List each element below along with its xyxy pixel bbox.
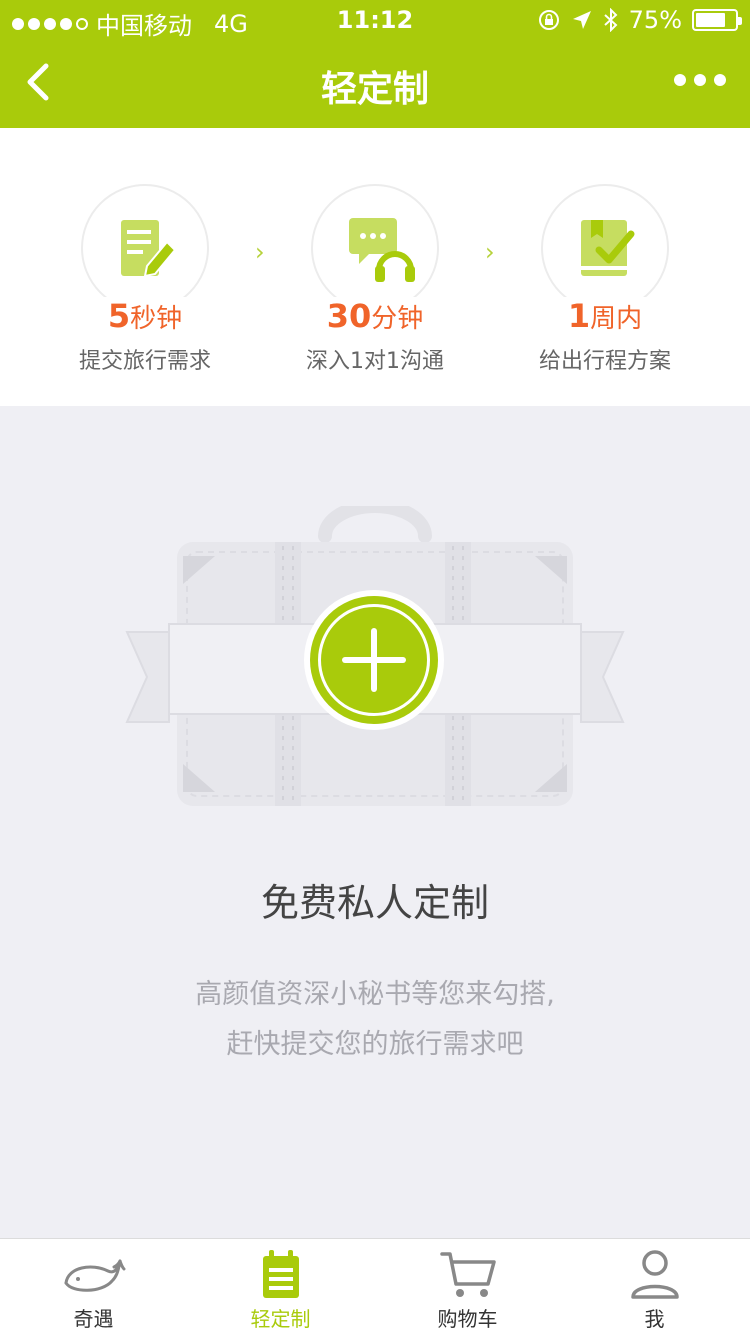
main-content: 免费私人定制 高颜值资深小秘书等您来勾搭, 赶快提交您的旅行需求吧 xyxy=(0,406,750,1238)
step-communicate: 30分钟 深入1对1沟通 xyxy=(260,184,490,375)
plus-icon xyxy=(310,596,438,724)
step-icon-circle xyxy=(81,184,209,312)
page-title: 轻定制 xyxy=(320,69,429,110)
person-icon xyxy=(630,1250,679,1299)
status-bar: 中国移动 4G 11:12 75% xyxy=(0,0,750,40)
battery-fill xyxy=(696,13,725,27)
tab-cart[interactable]: 购物车 xyxy=(374,1247,561,1332)
battery-icon xyxy=(692,9,742,31)
battery-percent: 75% xyxy=(628,6,682,34)
step-icon-circle xyxy=(541,184,669,312)
status-right: 75% xyxy=(537,6,742,34)
chat-headset-icon xyxy=(349,218,415,282)
step-submit: 5秒钟 提交旅行需求 xyxy=(30,184,260,375)
main-subtext-line1: 高颜值资深小秘书等您来勾搭, xyxy=(195,979,555,1010)
whale-icon xyxy=(64,1259,125,1292)
main-heading: 免费私人定制 xyxy=(260,881,489,925)
tab-qingdingzhi[interactable]: 轻定制 xyxy=(187,1247,374,1332)
tab-label: 轻定制 xyxy=(250,1307,311,1331)
step-time: 5秒钟 xyxy=(103,297,187,335)
tab-me[interactable]: 我 xyxy=(561,1247,748,1332)
location-arrow-icon xyxy=(572,11,591,29)
step-desc: 给出行程方案 xyxy=(538,349,671,374)
rotation-lock-icon xyxy=(538,10,559,30)
top-bar: 中国移动 4G 11:12 75% 轻定制 xyxy=(0,0,750,128)
document-pen-icon xyxy=(121,220,177,278)
step-desc: 深入1对1沟通 xyxy=(306,349,444,374)
step-desc: 提交旅行需求 xyxy=(78,349,211,374)
cart-icon xyxy=(439,1252,496,1297)
process-steps: 5秒钟 提交旅行需求 › 30分钟 深入1对1沟通 › 1周内 给出行程方案 xyxy=(0,128,750,406)
tab-label: 奇遇 xyxy=(73,1307,114,1331)
step-icon-circle xyxy=(311,184,439,312)
step-plan: 1周内 给出行程方案 xyxy=(490,184,720,375)
tab-label: 购物车 xyxy=(437,1307,498,1331)
step-time: 30分钟 xyxy=(322,297,428,335)
step-time: 1周内 xyxy=(563,297,647,335)
add-request-button[interactable] xyxy=(304,590,444,730)
calendar-list-icon xyxy=(262,1250,299,1298)
main-subtext-line2: 赶快提交您的旅行需求吧 xyxy=(226,1029,524,1060)
book-check-icon xyxy=(581,220,635,276)
more-icon[interactable] xyxy=(674,74,726,86)
tab-label: 我 xyxy=(644,1307,665,1331)
tab-qiyu[interactable]: 奇遇 xyxy=(0,1247,187,1332)
nav-bar: 轻定制 xyxy=(0,40,750,128)
bluetooth-icon xyxy=(603,8,618,32)
tab-bar: 奇遇 轻定制 购物车 我 xyxy=(0,1238,750,1334)
